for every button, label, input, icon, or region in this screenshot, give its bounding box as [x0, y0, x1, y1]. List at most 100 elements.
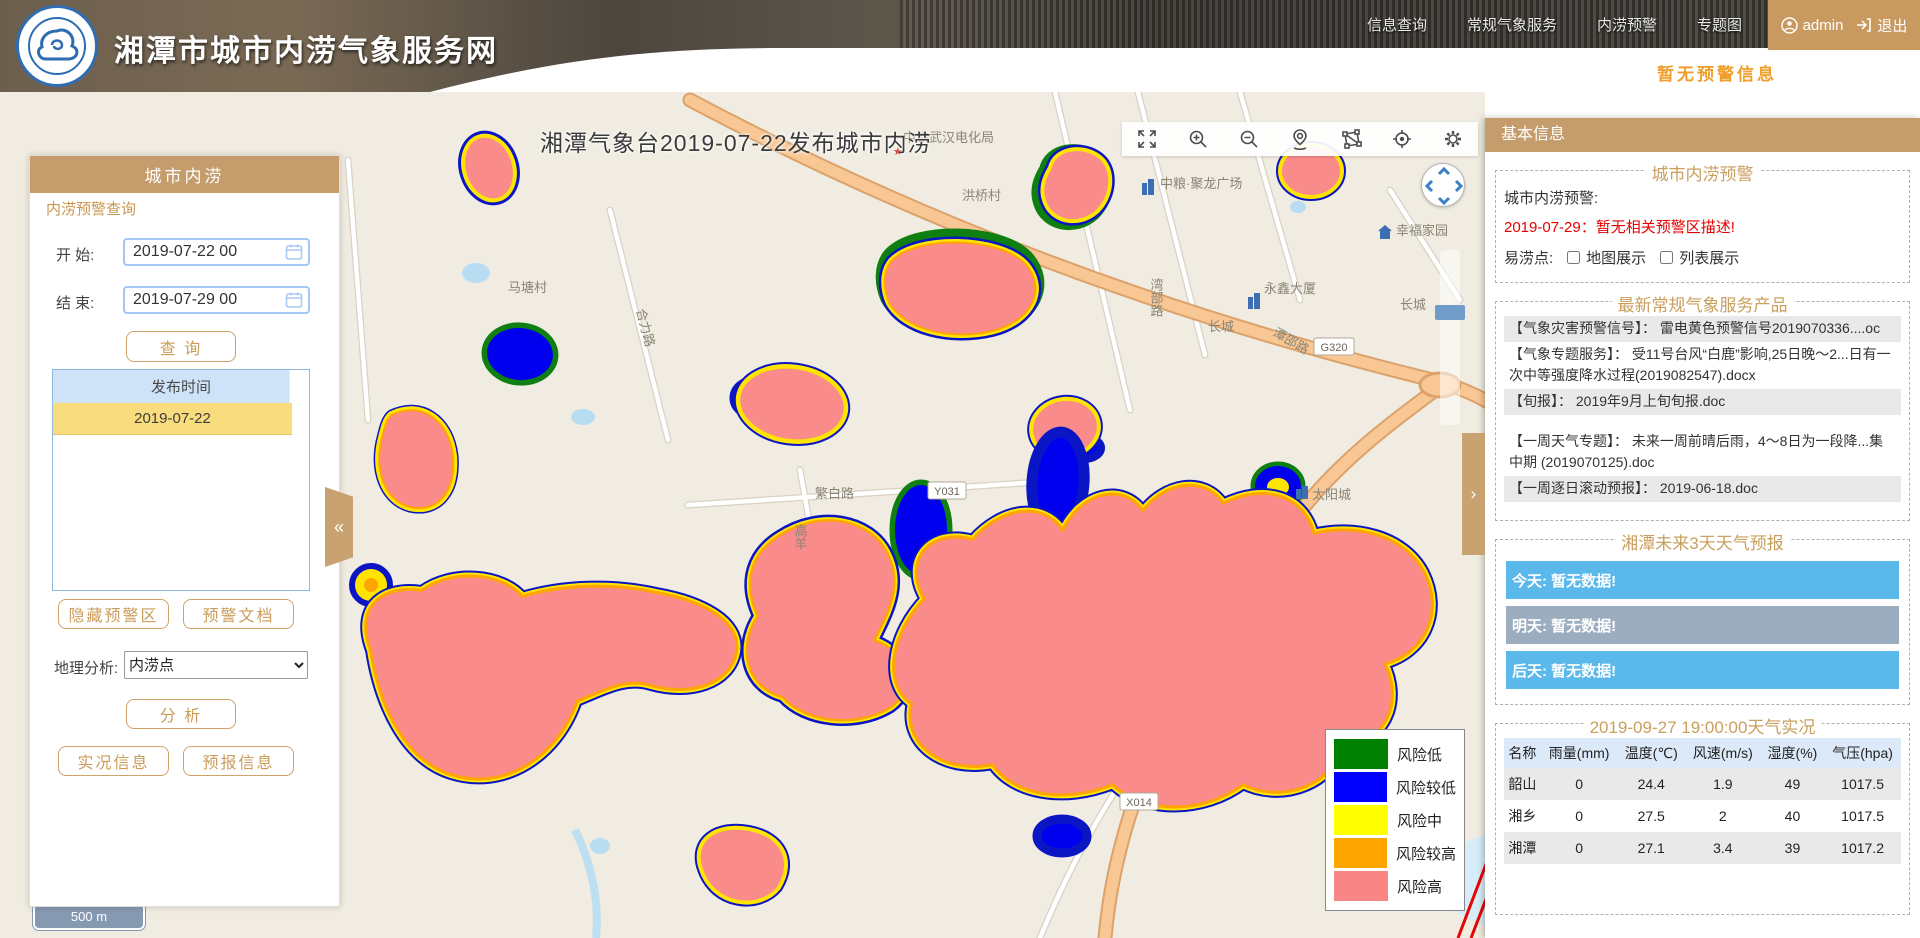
forecast-bar-tomorrow: 明天: 暂无数据! [1506, 606, 1899, 644]
geo-analysis-label: 地理分析: [54, 657, 118, 678]
risk-legend: 风险低 风险较低 风险中 风险较高 风险高 [1325, 729, 1465, 911]
product-item[interactable]: 【一周逐日滚动预报】： 2019-06-18.doc [1504, 476, 1901, 502]
end-date-input[interactable] [123, 286, 310, 314]
warning-detail: 2019-07-29：暂无相关预警区描述! [1504, 216, 1901, 237]
product-item[interactable]: 【旬报】： 2019年9月上旬旬报.doc [1504, 389, 1901, 415]
live-weather-table-wrap: 名称 雨量(mm) 温度(℃) 风速(m/s) 湿度(%) 气压(hpa) 韶山… [1504, 738, 1901, 906]
road-shield-g320: G320 [1314, 338, 1354, 355]
map-overlay-title: 湘潭气象台2019-07-22发布城市内涝 [540, 124, 932, 158]
map-label: 永鑫大厦 [1264, 281, 1316, 296]
query-button[interactable]: 查 询 [126, 331, 236, 362]
legend-swatch [1334, 838, 1387, 868]
forecast-bar-day-after: 后天: 暂无数据! [1506, 651, 1899, 689]
map-label: 长城 [1400, 297, 1426, 312]
product-item[interactable]: 【气象专题服务】： 受11号台风“白鹿”影响,25日晚～2...日有一次中等强度… [1504, 342, 1901, 389]
settings-gear-icon[interactable] [1427, 122, 1478, 156]
site-header: 湘潭市城市内涝气象服务网 信息查询 常规气象服务 内涝预警 专题图 admin … [0, 0, 1920, 92]
no-warning-notice: 暂无预警信息 [1657, 60, 1777, 85]
nav-item-waterlogging-warning[interactable]: 内涝预警 [1597, 14, 1657, 35]
site-title: 湘潭市城市内涝气象服务网 [114, 26, 498, 70]
zoom-slider-handle[interactable] [1435, 305, 1465, 320]
legend-row: 风险中 [1334, 805, 1456, 835]
publish-time-table: 发布时间 2019-07-22 [52, 369, 310, 591]
svg-text:X014: X014 [1126, 797, 1152, 809]
pan-arrows-icon [1422, 164, 1466, 208]
road-shield-x014: X014 [1120, 793, 1158, 810]
nav-item-info-query[interactable]: 信息查询 [1367, 14, 1427, 35]
legend-row: 风险较高 [1334, 838, 1456, 868]
legend-swatch [1334, 772, 1387, 802]
flood-point-label: 易涝点: [1504, 247, 1553, 268]
main-nav: 信息查询 常规气象服务 内涝预警 专题图 [1367, 14, 1742, 35]
forecast-info-button[interactable]: 预报信息 [183, 746, 294, 776]
map-label: 中粮·聚龙广场 [1160, 176, 1242, 191]
warning-line: 城市内涝预警: [1504, 187, 1901, 208]
legend-row: 风险高 [1334, 871, 1456, 901]
section-title: 2019-09-27 19:00:00天气实况 [1584, 713, 1822, 738]
publish-time-row[interactable]: 2019-07-22 [53, 403, 292, 435]
hide-warning-zone-button[interactable]: 隐藏预警区 [58, 599, 169, 629]
logout-label[interactable]: 退出 [1877, 15, 1907, 36]
logout-icon [1856, 17, 1872, 33]
zoom-out-icon[interactable] [1224, 122, 1275, 156]
map-scale-bar: 500 m [33, 903, 145, 930]
map-toolbar [1122, 122, 1478, 156]
section-title: 最新常规气象服务产品 [1612, 291, 1794, 316]
map-pan-control[interactable] [1421, 163, 1465, 207]
legend-row: 风险较低 [1334, 772, 1456, 802]
map-label: 太阳城 [1312, 487, 1351, 502]
legend-swatch [1334, 871, 1388, 901]
live-weather-table: 名称 雨量(mm) 温度(℃) 风速(m/s) 湿度(%) 气压(hpa) 韶山… [1504, 738, 1901, 864]
products-section: 最新常规气象服务产品 【气象灾害预警信号】： 雷电黄色预警信号201907033… [1495, 301, 1910, 521]
zoom-in-icon[interactable] [1173, 122, 1224, 156]
calendar-icon[interactable] [285, 243, 303, 261]
user-icon [1781, 17, 1798, 34]
query-section-title: 内涝预警查询 [46, 198, 136, 219]
map-label: 洪桥村 [962, 188, 1001, 203]
geo-analysis-select[interactable]: 内涝点 [124, 651, 308, 679]
table-row: 韶山024.41.9491017.5 [1504, 768, 1901, 800]
svg-text:Y031: Y031 [934, 486, 960, 498]
flood-point-row: 易涝点: 地图展示 列表展示 [1504, 247, 1901, 274]
site-logo [16, 5, 98, 87]
left-panel-collapse-tab[interactable]: « [325, 487, 353, 567]
map-zoom-slider[interactable] [1440, 250, 1460, 425]
calendar-icon[interactable] [285, 291, 303, 309]
section-title: 城市内涝预警 [1646, 160, 1760, 185]
nav-item-thematic-map[interactable]: 专题图 [1697, 14, 1742, 35]
right-panel-collapse-tab[interactable]: › [1462, 433, 1485, 555]
svg-text:G320: G320 [1321, 342, 1348, 354]
live-info-button[interactable]: 实况信息 [58, 746, 169, 776]
table-row: 湘潭027.13.4391017.2 [1504, 832, 1901, 864]
map-display-label[interactable]: 地图展示 [1586, 247, 1646, 268]
crosshair-icon[interactable] [1376, 122, 1427, 156]
section-title: 湘潭未来3天天气预报 [1615, 529, 1789, 554]
road-shield-y031: Y031 [928, 482, 966, 499]
panel-title: 基本信息 [1485, 118, 1920, 152]
analyze-button[interactable]: 分 析 [126, 699, 236, 729]
warning-section: 城市内涝预警 城市内涝预警: 2019-07-29：暂无相关预警区描述! 易涝点… [1495, 170, 1910, 283]
user-account-box[interactable]: admin 退出 [1768, 0, 1920, 50]
list-display-label[interactable]: 列表展示 [1679, 247, 1739, 268]
nav-item-regular-service[interactable]: 常规气象服务 [1467, 14, 1557, 35]
table-row: 湘乡027.52401017.5 [1504, 800, 1901, 832]
legend-swatch [1334, 805, 1388, 835]
product-item[interactable]: 【一周天气专题】： 未来一周前晴后雨，4～8日为一段降...集中期 (20190… [1504, 429, 1901, 476]
publish-time-header: 发布时间 [53, 370, 309, 403]
locate-pin-icon[interactable] [1275, 122, 1326, 156]
measure-polygon-icon[interactable] [1325, 122, 1376, 156]
product-item[interactable]: 【气象灾害预警信号】： 雷电黄色预警信号2019070336....oc [1504, 316, 1901, 342]
fullscreen-icon[interactable] [1122, 122, 1173, 156]
waterlogging-panel: 城市内涝 内涝预警查询 开 始: 结 束: 查 询 发布时间 2019-07-2… [29, 155, 340, 907]
legend-swatch [1334, 739, 1388, 769]
panel-title: 城市内涝 [30, 156, 339, 193]
list-display-checkbox[interactable] [1660, 251, 1673, 264]
end-date-label: 结 束: [56, 292, 94, 313]
username: admin [1803, 17, 1844, 34]
map-label: 马塘村 [508, 280, 547, 295]
map-display-checkbox[interactable] [1567, 251, 1580, 264]
forecast-section: 湘潭未来3天天气预报 今天: 暂无数据! 明天: 暂无数据! 后天: 暂无数据! [1495, 539, 1910, 705]
start-date-input[interactable] [123, 238, 310, 266]
map-label: 高羊 [793, 523, 808, 550]
warning-doc-button[interactable]: 预警文档 [183, 599, 294, 629]
